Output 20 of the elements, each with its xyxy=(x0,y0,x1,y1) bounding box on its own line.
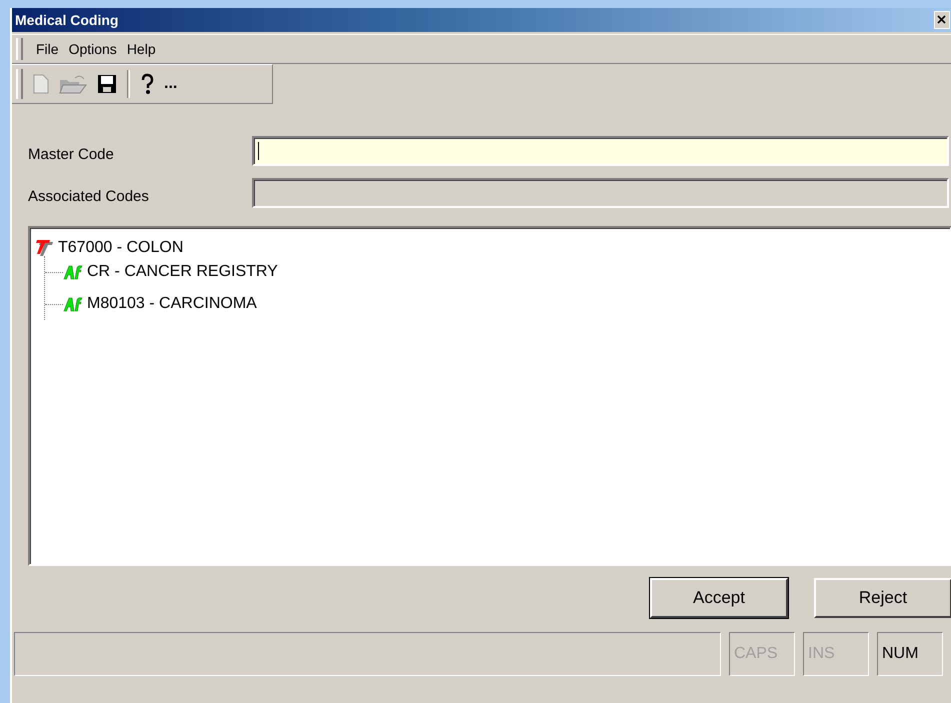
toolbar-grip[interactable] xyxy=(16,38,23,60)
menu-item[interactable]: Options xyxy=(64,41,122,57)
menu-item[interactable]: Help xyxy=(122,41,161,57)
close-icon[interactable] xyxy=(934,11,950,29)
dialog-button[interactable]: Reject xyxy=(814,578,951,618)
glyph-icon xyxy=(63,264,83,280)
field-label: Master Code xyxy=(28,144,115,162)
menu-item[interactable]: File xyxy=(31,41,64,57)
save-icon[interactable] xyxy=(97,74,117,94)
help-icon[interactable] xyxy=(140,73,154,95)
tree-item[interactable]: M80103 - CARCINOMA xyxy=(63,288,257,320)
status-indicator: NUM xyxy=(877,632,943,676)
window-title: Medical Coding xyxy=(15,12,118,28)
letter-t-icon xyxy=(34,239,54,257)
more-button[interactable]: ... xyxy=(164,75,178,93)
field-label: Associated Codes xyxy=(28,186,150,204)
glyph-icon xyxy=(63,296,83,312)
toolbar-grip[interactable] xyxy=(16,69,23,99)
input-field[interactable] xyxy=(252,136,949,166)
dialog-button[interactable]: Accept xyxy=(650,578,788,618)
